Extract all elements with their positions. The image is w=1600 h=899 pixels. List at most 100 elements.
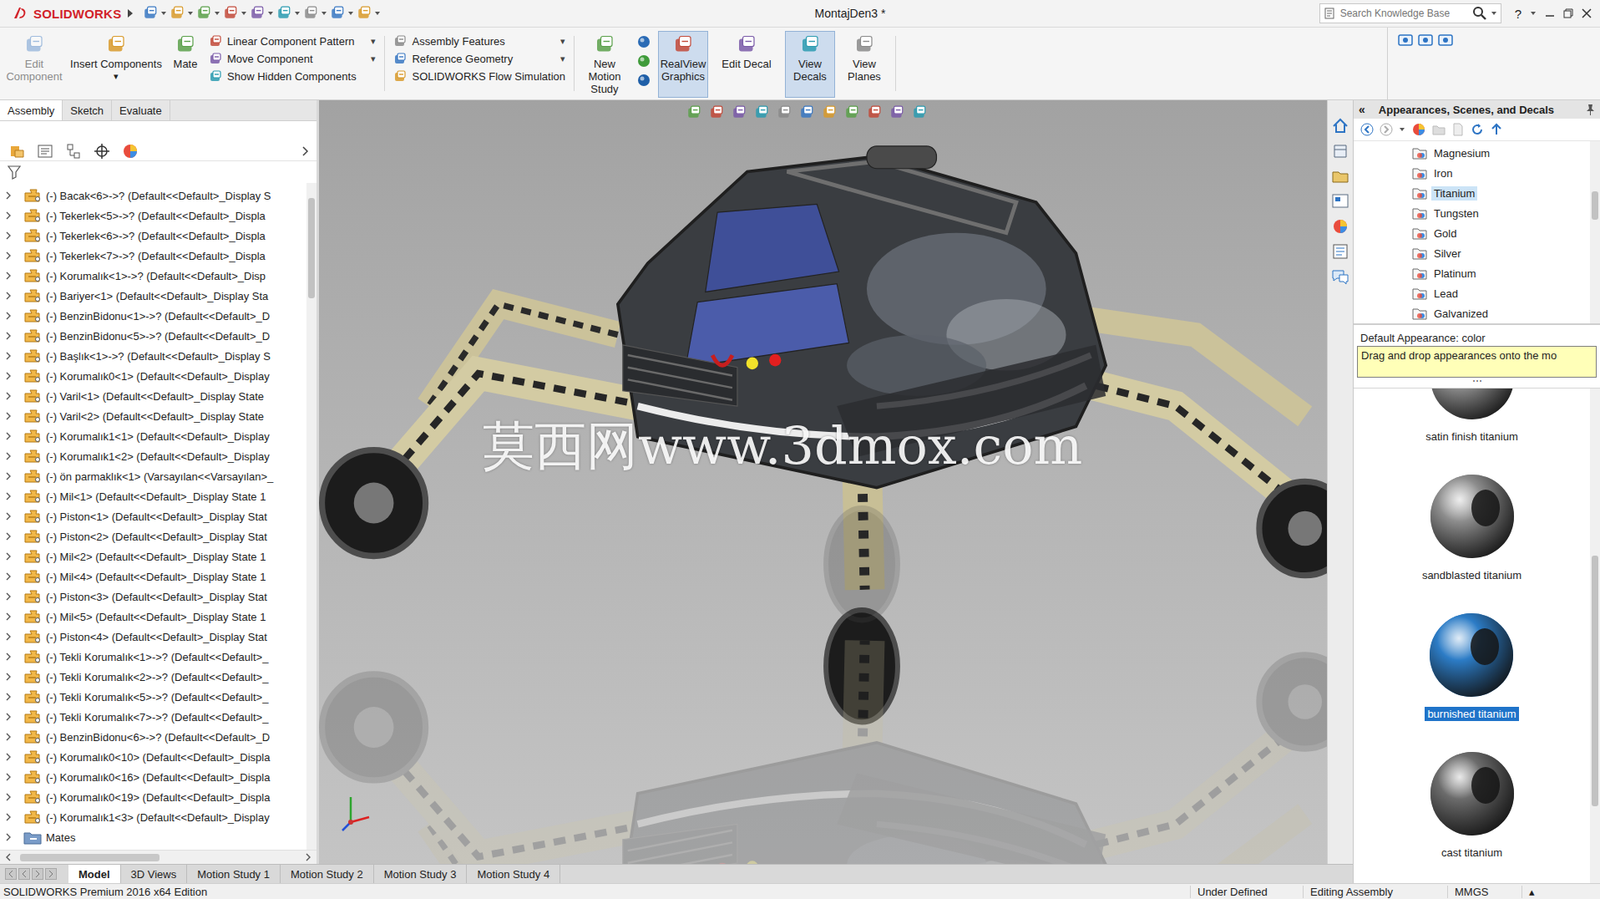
view-tool-3-icon[interactable] <box>754 105 770 121</box>
command-button[interactable]: Edit Component <box>5 30 64 98</box>
refresh-icon[interactable] <box>1470 122 1484 137</box>
dropdown-arrow-icon[interactable] <box>267 10 274 17</box>
tab-scroll-2-icon[interactable] <box>31 867 44 880</box>
expand-arrow-icon[interactable] <box>3 771 14 782</box>
expand-arrow-icon[interactable] <box>3 571 14 582</box>
expand-arrow-icon[interactable] <box>3 631 14 642</box>
tab-scroll-1-icon[interactable] <box>18 867 31 880</box>
model-tab[interactable]: Motion Study 3 <box>374 864 468 883</box>
view-tool-6-icon[interactable] <box>821 105 837 121</box>
display-manager-icon[interactable] <box>121 142 139 160</box>
expand-arrow-icon[interactable] <box>3 470 14 482</box>
dropdown-arrow-icon[interactable] <box>213 10 221 17</box>
expand-arrow-icon[interactable] <box>3 671 14 682</box>
scroll-thumb[interactable] <box>308 197 315 299</box>
tree-row[interactable]: (-) Korumalık0<19> (Default<<Default>_Di… <box>0 786 307 807</box>
appearance-folder[interactable]: Titanium <box>1412 182 1590 203</box>
scroll-thumb[interactable] <box>1591 555 1599 806</box>
dropdown-arrow[interactable]: ▾ <box>359 35 376 47</box>
view-tool-5-icon[interactable] <box>799 105 815 121</box>
tree-row[interactable]: (-) Korumalık0<16> (Default<<Default>_Di… <box>0 766 307 787</box>
tab-scroll-0-icon[interactable] <box>5 867 17 880</box>
command-button[interactable]: Mate <box>168 30 203 98</box>
task-pane-2-icon[interactable] <box>1331 167 1350 186</box>
expand-arrow-icon[interactable] <box>3 831 14 842</box>
tree-row[interactable]: (-) Tekerlek<5>->? (Default<<Default>_Di… <box>0 205 307 226</box>
dropdown-arrow-icon[interactable] <box>320 10 328 17</box>
tree-row[interactable]: (-) Tekerlek<6>->? (Default<<Default>_Di… <box>0 225 307 246</box>
tree-row[interactable]: (-) Tekli Korumalık<2>->? (Default<<Defa… <box>0 666 307 687</box>
tree-row[interactable]: (-) Mil<4> (Default<<Default>_Display St… <box>0 566 307 587</box>
expand-arrow-icon[interactable] <box>3 791 14 802</box>
tree-row[interactable]: Mates <box>0 826 307 847</box>
more-tabs-icon[interactable] <box>301 145 310 157</box>
app-logo[interactable]: SOLIDWORKS <box>0 5 127 22</box>
appearance-folder[interactable]: Iron <box>1412 162 1590 183</box>
menu-expand-icon[interactable] <box>126 7 135 20</box>
view-tool-8-icon[interactable] <box>866 105 882 121</box>
command-row[interactable]: Reference Geometry▾ <box>393 50 566 67</box>
expand-arrow-icon[interactable] <box>3 230 14 241</box>
tree-vertical-scrollbar[interactable] <box>306 182 317 850</box>
collapse-button[interactable]: « <box>1358 102 1366 117</box>
task-tool-1-icon[interactable] <box>1417 32 1433 48</box>
expand-arrow-icon[interactable] <box>3 310 14 321</box>
appearance-swatch[interactable]: sandblasted titanium <box>1419 469 1525 608</box>
tree-row[interactable]: (-) Korumalık0<1> (Default<<Default>_Dis… <box>0 365 307 386</box>
help-button[interactable]: ? <box>1514 6 1522 21</box>
appearance-folder[interactable]: Silver <box>1412 243 1590 264</box>
task-pane-0-icon[interactable] <box>1331 116 1350 136</box>
tree-row[interactable]: (-) Mil<1> (Default<<Default>_Display St… <box>0 486 307 507</box>
model-tab[interactable]: Motion Study 4 <box>466 864 561 883</box>
command-row[interactable]: Linear Component Pattern▾ <box>208 33 376 50</box>
task-pane-3-icon[interactable] <box>1331 192 1350 211</box>
model-tab[interactable]: Motion Study 1 <box>187 864 281 883</box>
expand-arrow-icon[interactable] <box>3 190 14 201</box>
dropdown-arrow-icon[interactable] <box>1529 10 1537 17</box>
task-tool-2-icon[interactable] <box>1437 32 1454 48</box>
command-button[interactable]: View Decals <box>784 30 836 98</box>
tree-row[interactable]: (-) Korumalık1<1> (Default<<Default>_Dis… <box>0 425 307 446</box>
expand-arrow-icon[interactable] <box>3 491 14 502</box>
view-tool-10-icon[interactable] <box>911 105 927 121</box>
task-pane-1-icon[interactable] <box>1331 141 1350 161</box>
tree-row[interactable]: (-) Korumalık1<2> (Default<<Default>_Dis… <box>0 445 307 466</box>
dropdown-arrow-icon[interactable] <box>187 10 194 17</box>
render-tool-2-icon[interactable] <box>636 72 652 88</box>
scroll-right-icon[interactable] <box>304 852 312 861</box>
expand-arrow-icon[interactable] <box>3 430 14 441</box>
quick-access-4-icon[interactable] <box>249 5 265 21</box>
restore-icon[interactable] <box>1563 8 1574 19</box>
expand-arrow-icon[interactable] <box>3 450 14 461</box>
forward-icon[interactable] <box>1379 122 1393 137</box>
feature-manager-icon[interactable] <box>8 142 26 160</box>
quick-access-1-icon[interactable] <box>169 5 185 21</box>
tree-row[interactable]: (-) Piston<4> (Default<<Default>_Display… <box>0 626 307 647</box>
command-button[interactable]: View Planes <box>838 30 891 98</box>
up-folder-icon[interactable] <box>1489 122 1504 137</box>
task-tool-0-icon[interactable] <box>1397 32 1413 48</box>
expand-arrow-icon[interactable] <box>3 511 14 522</box>
command-button[interactable]: New Motion Study <box>579 30 630 98</box>
filter-icon[interactable] <box>6 164 22 180</box>
tree-row[interactable]: (-) Tekli Korumalık<7>->? (Default<<Defa… <box>0 706 307 727</box>
expand-arrow-icon[interactable] <box>3 270 14 281</box>
appearance-tree-scrollbar[interactable] <box>1589 141 1600 324</box>
command-button[interactable]: Edit Decal <box>711 30 782 98</box>
expand-arrow-icon[interactable] <box>3 731 14 742</box>
model-tab[interactable]: 3D Views <box>121 864 188 883</box>
dimxpert-manager-icon[interactable] <box>93 142 111 160</box>
task-pane-5-icon[interactable] <box>1331 242 1350 261</box>
model-tab[interactable]: Model <box>68 864 122 883</box>
add-file-icon[interactable] <box>1451 122 1465 137</box>
expand-arrow-icon[interactable] <box>3 751 14 762</box>
command-button[interactable]: Insert Components▾ <box>66 30 166 98</box>
appearance-swatch[interactable]: cast titanium <box>1425 746 1519 883</box>
swatch-scrollbar[interactable] <box>1589 388 1600 883</box>
render-tool-0-icon[interactable] <box>636 34 652 50</box>
command-tab[interactable]: Assembly <box>0 100 63 121</box>
command-button[interactable]: RealView Graphics <box>658 30 709 98</box>
view-tool-0-icon[interactable] <box>686 105 702 121</box>
expand-arrow-icon[interactable] <box>3 350 14 361</box>
tab-scroll-3-icon[interactable] <box>45 867 57 880</box>
